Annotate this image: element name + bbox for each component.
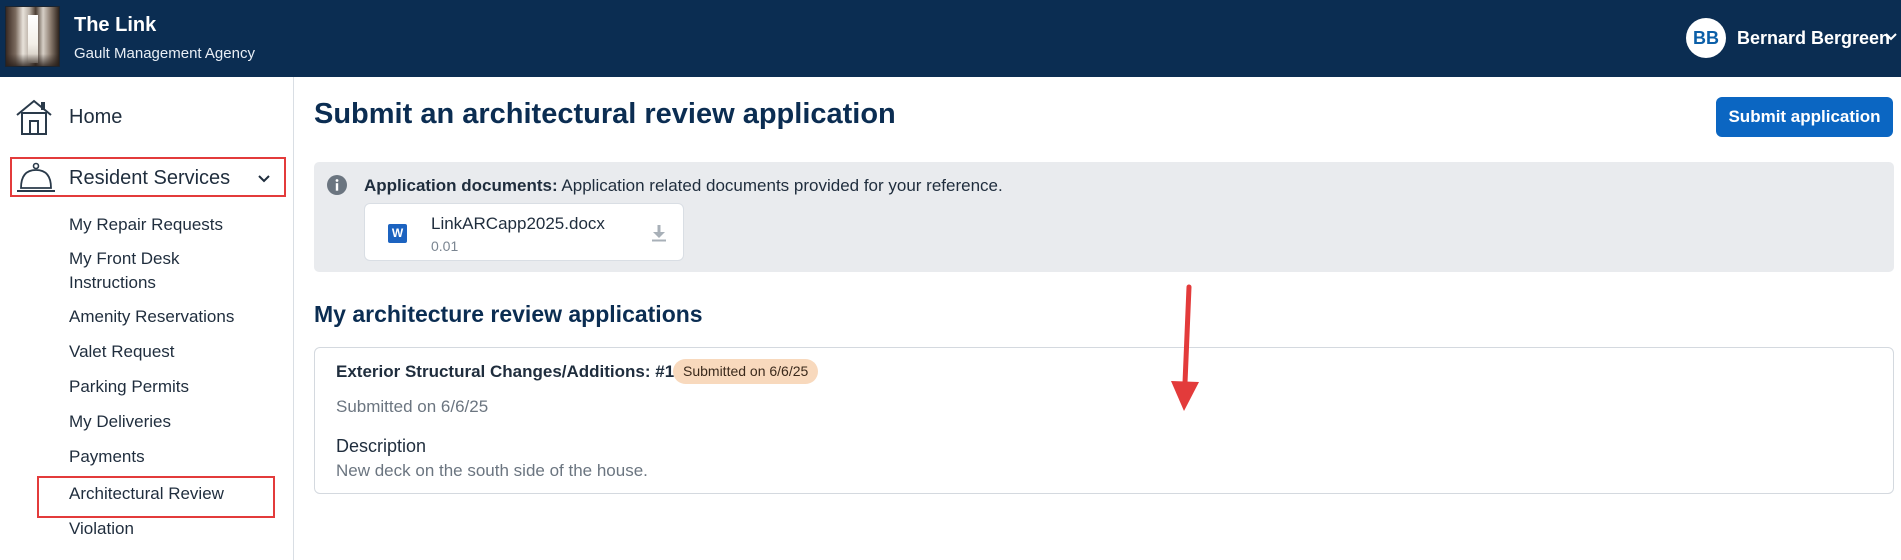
sidebar-item-resident-services[interactable]: Resident Services — [10, 157, 286, 197]
top-bar: The Link Gault Management Agency BB Bern… — [0, 0, 1901, 77]
chevron-down-icon[interactable] — [1884, 30, 1898, 44]
building-logo[interactable] — [5, 6, 60, 67]
description-label: Description — [336, 436, 427, 456]
sidebar-item-valet-request[interactable]: Valet Request — [69, 340, 269, 364]
sidebar-item-my-deliveries[interactable]: My Deliveries — [69, 410, 269, 434]
word-doc-icon: W — [388, 224, 407, 243]
section-title: My architecture review applications — [314, 301, 703, 327]
sidebar-item-violation[interactable]: Violation — [69, 517, 269, 541]
info-icon — [327, 175, 347, 195]
description-text: New deck on the south side of the house. — [336, 461, 648, 480]
sidebar-item-architectural-review[interactable]: Architectural Review — [69, 482, 269, 506]
document-name[interactable]: LinkARCapp2025.docx — [431, 214, 605, 234]
sidebar-item-label: Home — [69, 106, 123, 128]
red-arrow-annotation — [1171, 284, 1199, 411]
download-icon[interactable] — [649, 223, 669, 243]
document-card[interactable]: W LinkARCapp2025.docx 0.01 — [364, 203, 684, 261]
documents-panel: Application documents: Application relat… — [314, 162, 1894, 272]
sidebar: Home Resident Services My Repair Request… — [0, 77, 294, 560]
home-icon — [16, 99, 52, 135]
sidebar-item-parking-permits[interactable]: Parking Permits — [69, 375, 269, 399]
documents-description: Application related documents provided f… — [561, 176, 1003, 195]
sidebar-item-my-front-desk-instructions[interactable]: My Front Desk Instructions — [69, 247, 219, 295]
status-badge: Submitted on 6/6/25 — [673, 359, 819, 384]
concierge-bell-icon — [17, 162, 55, 192]
sidebar-item-label: Resident Services — [69, 167, 231, 189]
sidebar-item-amenity-reservations[interactable]: Amenity Reservations — [69, 305, 269, 329]
sidebar-item-my-repair-requests[interactable]: My Repair Requests — [69, 213, 269, 237]
submitted-date: Submitted on 6/6/25 — [336, 397, 489, 416]
app-subtitle: Gault Management Agency — [74, 45, 255, 62]
app-title[interactable]: The Link — [74, 14, 156, 37]
chevron-down-icon[interactable] — [257, 172, 271, 186]
application-card[interactable]: Exterior Structural Changes/Additions: #… — [314, 347, 1894, 494]
documents-label: Application documents: — [364, 176, 558, 195]
documents-text: Application documents: Application relat… — [364, 176, 1003, 196]
avatar[interactable]: BB — [1686, 18, 1726, 58]
page-title: Submit an architectural review applicati… — [314, 98, 896, 130]
user-name[interactable]: Bernard Bergreen — [1737, 28, 1890, 49]
submit-application-button[interactable]: Submit application — [1716, 97, 1893, 137]
sidebar-item-payments[interactable]: Payments — [69, 445, 269, 469]
application-heading[interactable]: Exterior Structural Changes/Additions: #… — [336, 362, 674, 382]
sidebar-item-home[interactable]: Home — [12, 97, 282, 139]
document-size: 0.01 — [431, 238, 459, 254]
